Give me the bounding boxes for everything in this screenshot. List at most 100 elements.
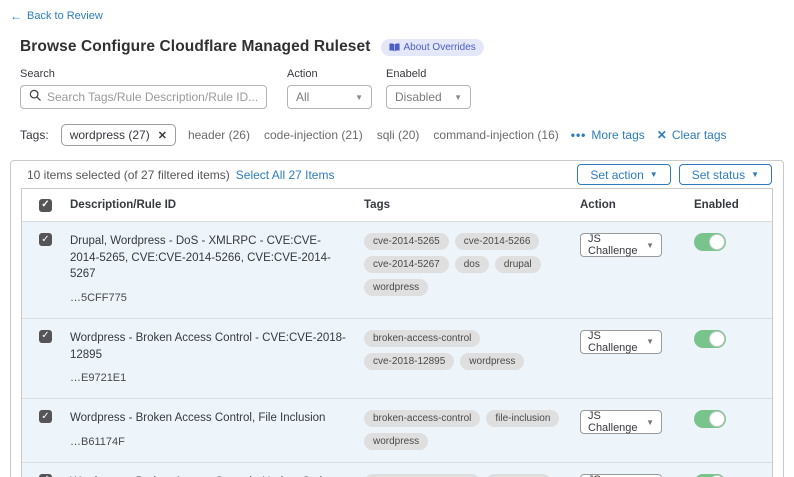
table-row: ✓ Wordpress - Broken Access Control - Up…	[22, 462, 772, 477]
rule-tags: cve-2014-5265 cve-2014-5266 cve-2014-5267 d…	[364, 233, 580, 296]
tag-pill: wordpress	[364, 279, 428, 296]
chevron-down-icon: ▼	[355, 93, 363, 102]
toggle-knob	[709, 331, 725, 347]
row-checkbox[interactable]: ✓	[39, 233, 52, 246]
rule-id: …5CFF775	[70, 291, 346, 307]
page-header: Browse Configure Cloudflare Managed Rule…	[20, 38, 794, 56]
tag-pill: cve-2014-5265	[364, 233, 449, 250]
row-checkbox[interactable]: ✓	[39, 410, 52, 423]
select-all-link[interactable]: Select All 27 Items	[236, 168, 335, 182]
tag-pill: drupal	[495, 256, 541, 273]
action-value: JS Challenge	[588, 330, 646, 354]
chevron-down-icon: ▼	[646, 241, 654, 250]
back-to-review-link[interactable]: ← Back to Review	[10, 9, 103, 23]
action-value: JS Challenge	[588, 233, 646, 257]
action-filter-dropdown[interactable]: All ▼	[287, 85, 372, 109]
tag-pill: cve-2018-12895	[364, 353, 454, 370]
clear-icon: ✕	[657, 128, 667, 142]
tag-pill: wordpress	[364, 433, 428, 450]
ellipsis-icon: •••	[571, 128, 587, 142]
search-input[interactable]	[47, 90, 258, 104]
action-filter: Action All ▼	[287, 68, 372, 109]
enabled-toggle[interactable]	[694, 410, 726, 428]
enabled-filter-value: Disabled	[395, 90, 442, 104]
enabled-filter-label: Enabeld	[386, 68, 471, 80]
tags-bar: Tags: wordpress (27) ✕ header (26) code-i…	[20, 124, 794, 146]
select-all-checkbox[interactable]: ✓	[39, 199, 52, 212]
table-row: ✓ Wordpress - Broken Access Control, Fil…	[22, 398, 772, 462]
action-value: JS Challenge	[588, 410, 646, 434]
header-action: Action	[580, 199, 694, 211]
set-action-button[interactable]: Set action ▼	[577, 164, 670, 185]
more-tags-button[interactable]: ••• More tags	[571, 128, 645, 142]
table-row: ✓ Drupal, Wordpress - DoS - XMLRPC - CVE…	[22, 221, 772, 318]
tag-pill: cve-2014-5267	[364, 256, 449, 273]
page-title: Browse Configure Cloudflare Managed Rule…	[20, 38, 371, 56]
toggle-knob	[709, 234, 725, 250]
search-filter: Search	[20, 68, 267, 109]
tag-pill: dos	[455, 256, 489, 273]
set-status-label: Set status	[692, 168, 745, 182]
book-icon	[389, 43, 400, 52]
rule-description: Drupal, Wordpress - DoS - XMLRPC - CVE:C…	[70, 233, 346, 283]
badge-label: About Overrides	[404, 42, 476, 53]
action-filter-value: All	[296, 90, 309, 104]
table-body: ✓ Drupal, Wordpress - DoS - XMLRPC - CVE…	[22, 221, 772, 477]
tag-pill: file-inclusion	[486, 410, 559, 427]
rule-tags: broken-access-control file-inclusion wordp…	[364, 410, 580, 450]
tag-pill: wordpress	[460, 353, 524, 370]
chevron-down-icon: ▼	[646, 337, 654, 346]
chevron-down-icon: ▼	[454, 93, 462, 102]
enabled-toggle[interactable]	[694, 233, 726, 251]
rule-tags: broken-access-control cve-2018-12895 wordp…	[364, 330, 580, 370]
table-row: ✓ Wordpress - Broken Access Control - CV…	[22, 318, 772, 398]
filters-row: Search Action All ▼ Enabeld Disabled ▼	[20, 68, 794, 109]
row-checkbox[interactable]: ✓	[39, 330, 52, 343]
selected-tag-label: wordpress (27)	[70, 128, 150, 142]
toggle-knob	[709, 411, 725, 427]
available-tags: header (26) code-injection (21) sqli (20) c…	[188, 128, 559, 142]
chevron-down-icon: ▼	[751, 170, 759, 179]
tag-pill: broken-access-control	[364, 330, 480, 347]
rules-table: ✓ Description/Rule ID Tags Action Enable…	[21, 188, 773, 477]
back-link-label: Back to Review	[27, 10, 103, 22]
available-tag[interactable]: command-injection (16)	[433, 128, 558, 142]
more-tags-label: More tags	[591, 128, 644, 142]
chevron-down-icon: ▼	[646, 418, 654, 427]
selected-tag-wordpress[interactable]: wordpress (27) ✕	[61, 124, 176, 146]
chevron-down-icon: ▼	[650, 170, 658, 179]
rule-description: Wordpress - Broken Access Control, File …	[70, 410, 346, 427]
action-dropdown[interactable]: JS Challenge ▼	[580, 233, 662, 257]
ruleset-table-card: 10 items selected (of 27 filtered items)…	[10, 160, 784, 477]
enabled-toggle[interactable]	[694, 330, 726, 348]
set-status-button[interactable]: Set status ▼	[679, 164, 772, 185]
enabled-filter-dropdown[interactable]: Disabled ▼	[386, 85, 471, 109]
enabled-filter: Enabeld Disabled ▼	[386, 68, 471, 109]
rule-description: Wordpress - Broken Access Control - CVE:…	[70, 330, 346, 363]
set-action-label: Set action	[590, 168, 643, 182]
about-overrides-badge[interactable]: About Overrides	[381, 39, 484, 56]
table-header: ✓ Description/Rule ID Tags Action Enable…	[22, 189, 772, 221]
clear-tags-button[interactable]: ✕ Clear tags	[657, 128, 727, 142]
search-box	[20, 85, 267, 109]
selection-summary: 10 items selected (of 27 filtered items)	[27, 168, 230, 182]
tag-pill: broken-access-control	[364, 410, 480, 427]
remove-tag-icon[interactable]: ✕	[158, 129, 167, 142]
available-tag[interactable]: code-injection (21)	[264, 128, 363, 142]
action-dropdown[interactable]: JS Challenge ▼	[580, 330, 662, 354]
search-icon	[29, 88, 41, 106]
search-label: Search	[20, 68, 267, 80]
back-arrow-icon: ←	[10, 9, 22, 23]
rule-id: …B61174F	[70, 435, 346, 451]
header-description: Description/Rule ID	[70, 199, 364, 211]
rule-id: …E9721E1	[70, 371, 346, 387]
available-tag[interactable]: header (26)	[188, 128, 250, 142]
tags-label: Tags:	[20, 128, 49, 142]
header-enabled: Enabled	[694, 199, 772, 211]
selection-bar: 10 items selected (of 27 filtered items)…	[11, 161, 783, 188]
action-dropdown[interactable]: JS Challenge ▼	[580, 410, 662, 434]
available-tag[interactable]: sqli (20)	[377, 128, 420, 142]
action-filter-label: Action	[287, 68, 372, 80]
header-tags: Tags	[364, 199, 580, 211]
tag-pill: cve-2014-5266	[455, 233, 540, 250]
